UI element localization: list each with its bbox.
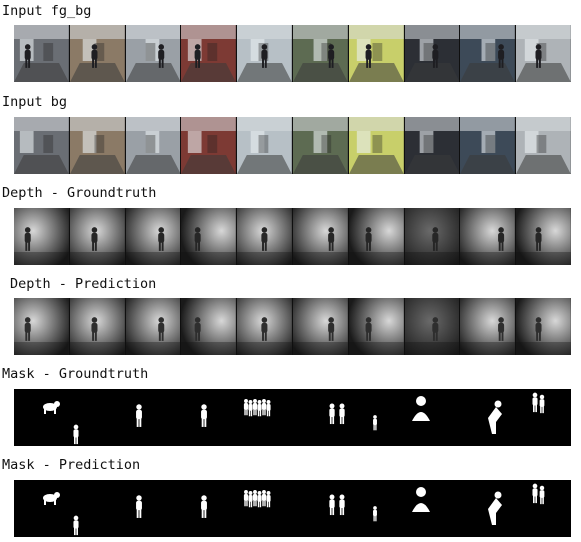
depth-pred-image-tile bbox=[516, 298, 571, 355]
depth-pred-image-tile bbox=[460, 298, 517, 355]
bg-image-tile bbox=[125, 117, 182, 174]
depth-gt-image-tile bbox=[404, 208, 461, 265]
depth-pred-image-tile bbox=[125, 298, 182, 355]
depth-pred-image-tile bbox=[181, 298, 238, 355]
fg-bg-image-tile bbox=[14, 25, 70, 82]
depth-gt-image-tile bbox=[516, 208, 571, 265]
bg-image-tile bbox=[348, 117, 405, 174]
depth-gt-image-tile bbox=[292, 208, 349, 265]
fg-bg-image-tile bbox=[69, 25, 126, 82]
depth-gt-image-tile bbox=[14, 208, 70, 265]
strip-input-fg-bg bbox=[14, 25, 571, 82]
strip-depth-groundtruth bbox=[14, 208, 571, 265]
fg-bg-image-tile bbox=[404, 25, 461, 82]
row-label-depth-groundtruth: Depth - Groundtruth bbox=[2, 185, 157, 201]
row-label-mask-prediction: Mask - Prediction bbox=[2, 457, 141, 473]
bg-image-tile bbox=[69, 117, 126, 174]
fg-bg-image-tile bbox=[460, 25, 517, 82]
fg-bg-image-tile bbox=[348, 25, 405, 82]
depth-gt-image-tile bbox=[125, 208, 182, 265]
strip-mask-groundtruth bbox=[14, 389, 571, 446]
row-label-input-fg-bg: Input fg_bg bbox=[2, 3, 92, 19]
depth-gt-image-tile bbox=[460, 208, 517, 265]
depth-gt-image-tile bbox=[237, 208, 293, 265]
depth-pred-image-tile bbox=[69, 298, 126, 355]
row-label-mask-groundtruth: Mask - Groundtruth bbox=[2, 366, 149, 382]
depth-gt-image-tile bbox=[348, 208, 405, 265]
strip-input-bg bbox=[14, 117, 571, 174]
fg-bg-image-tile bbox=[237, 25, 293, 82]
depth-gt-image-tile bbox=[181, 208, 238, 265]
strip-depth-prediction bbox=[14, 298, 571, 355]
bg-image-tile bbox=[181, 117, 238, 174]
depth-pred-image-tile bbox=[292, 298, 349, 355]
bg-image-tile bbox=[237, 117, 293, 174]
fg-bg-image-tile bbox=[516, 25, 571, 82]
depth-pred-image-tile bbox=[237, 298, 293, 355]
bg-image-tile bbox=[404, 117, 461, 174]
depth-pred-image-tile bbox=[404, 298, 461, 355]
row-label-input-bg: Input bg bbox=[2, 94, 68, 110]
depth-pred-image-tile bbox=[14, 298, 70, 355]
row-label-depth-prediction: Depth - Prediction bbox=[10, 276, 157, 292]
fg-bg-image-tile bbox=[181, 25, 238, 82]
bg-image-tile bbox=[460, 117, 517, 174]
depth-pred-image-tile bbox=[348, 298, 405, 355]
fg-bg-image-tile bbox=[292, 25, 349, 82]
bg-image-tile bbox=[516, 117, 571, 174]
fg-bg-image-tile bbox=[125, 25, 182, 82]
strip-mask-prediction bbox=[14, 480, 571, 537]
bg-image-tile bbox=[14, 117, 70, 174]
bg-image-tile bbox=[292, 117, 349, 174]
depth-gt-image-tile bbox=[69, 208, 126, 265]
